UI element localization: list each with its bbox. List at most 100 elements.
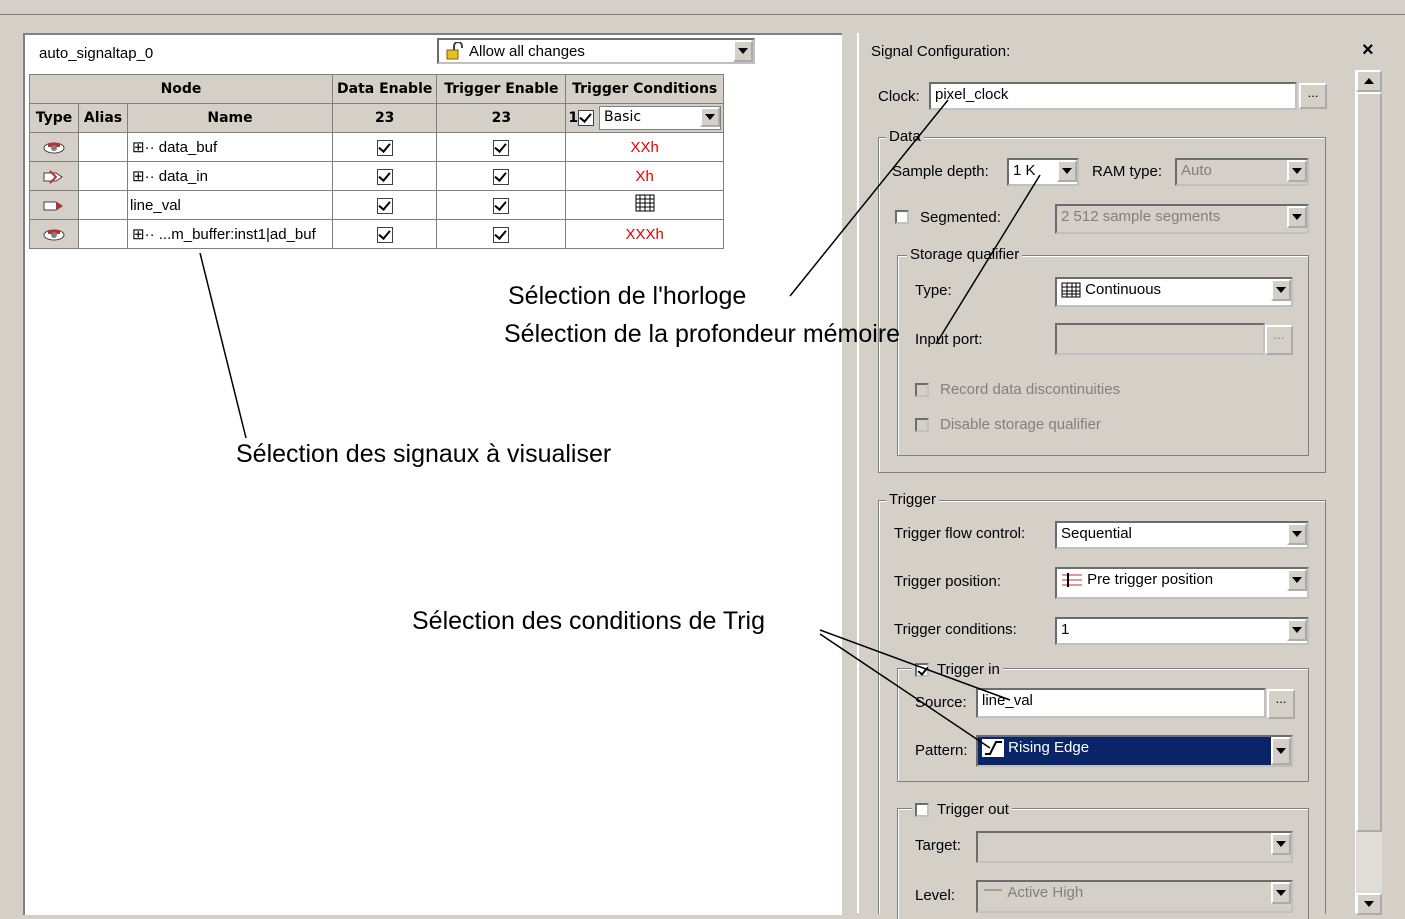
trigger-out-checkbox[interactable] (915, 803, 929, 817)
chevron-down-icon[interactable] (733, 40, 753, 62)
data-enable-cell[interactable] (331, 161, 438, 191)
annotation-depth: Sélection de la profondeur mémoire (504, 320, 901, 348)
node-name-cell[interactable]: ⊞·· data_in (127, 161, 333, 191)
close-icon[interactable]: × (1362, 39, 1374, 62)
sq-type-dropdown[interactable]: Continuous (1055, 277, 1293, 307)
level-label: Level: (915, 887, 956, 904)
chevron-down-icon[interactable] (1287, 569, 1307, 591)
level-dropdown: Active High (976, 880, 1293, 913)
bus-type-icon (29, 132, 79, 162)
data-enable-cell[interactable] (331, 190, 438, 220)
scroll-up-button[interactable] (1356, 70, 1382, 92)
disable-sq-label: Disable storage qualifier (940, 416, 1101, 433)
chevron-down-icon[interactable] (1287, 619, 1307, 641)
unlock-icon (446, 42, 463, 60)
conditions-label: Trigger conditions: (894, 621, 1017, 638)
trigger-in-checkbox[interactable] (915, 663, 929, 677)
col-type[interactable]: Type (29, 103, 79, 133)
col-name[interactable]: Name (127, 103, 333, 133)
position-label: Trigger position: (894, 573, 1001, 590)
position-dropdown[interactable]: Pre trigger position (1055, 567, 1309, 599)
trigger-condition-cell[interactable]: XXXh (565, 219, 724, 249)
source-browse-button[interactable]: ... (1267, 689, 1295, 719)
table-row[interactable]: ⊞·· data_buf XXh (29, 132, 724, 162)
flow-value: Sequential (1061, 525, 1132, 542)
conditions-dropdown[interactable]: 1 (1055, 617, 1309, 645)
trigger-enable-checkbox[interactable] (493, 226, 510, 243)
chevron-down-icon (1287, 206, 1307, 228)
condition-index: 1 (568, 110, 579, 126)
table-row[interactable]: line_val (29, 190, 724, 220)
clock-browse-button[interactable]: ... (1299, 83, 1327, 109)
chevron-down-icon[interactable] (1057, 160, 1077, 182)
pattern-dropdown[interactable]: Rising Edge (976, 735, 1293, 767)
table-row[interactable]: ⊞·· ...m_buffer:inst1|ad_buf XXXh (29, 219, 724, 249)
node-name: line_val (130, 196, 181, 214)
trigger-enable-checkbox[interactable] (493, 197, 510, 214)
data-enable-checkbox[interactable] (376, 139, 393, 156)
header-trigger-enable[interactable]: Trigger Enable (436, 74, 567, 104)
source-field[interactable]: line_val (976, 688, 1266, 718)
trigger-enable-checkbox[interactable] (493, 168, 510, 185)
trigger-enable-checkbox[interactable] (493, 139, 510, 156)
chevron-down-icon[interactable] (700, 107, 720, 127)
trigger-enable-cell[interactable] (436, 132, 567, 162)
trigger-enable-cell[interactable] (436, 219, 567, 249)
data-enable-cell[interactable] (331, 219, 438, 249)
segmented-checkbox[interactable] (895, 210, 909, 224)
clock-field[interactable]: pixel_clock (929, 82, 1297, 110)
condition-enable-checkbox[interactable] (578, 110, 595, 126)
alias-cell (78, 161, 128, 191)
chevron-down-icon[interactable] (1287, 523, 1307, 545)
window-frame-top (0, 0, 1405, 15)
expand-icon[interactable]: ⊞·· (132, 168, 155, 185)
position-value: Pre trigger position (1087, 571, 1214, 588)
data-enable-checkbox[interactable] (376, 197, 393, 214)
changes-value: Allow all changes (469, 43, 585, 60)
active-high-icon (984, 889, 1002, 892)
input-pin-icon (29, 161, 79, 191)
trigger-condition-cell[interactable]: XXh (565, 132, 724, 162)
sample-depth-label: Sample depth: (892, 163, 989, 180)
changes-dropdown[interactable]: Allow all changes (437, 38, 755, 64)
storage-qualifier-label: Storage qualifier (907, 246, 1023, 263)
node-list-pane: auto_signaltap_0 Allow all changes Node … (23, 33, 842, 915)
data-enable-checkbox[interactable] (376, 226, 393, 243)
scroll-down-button[interactable] (1356, 893, 1382, 915)
pattern-value: Rising Edge (1008, 739, 1090, 756)
flow-dropdown[interactable]: Sequential (1055, 521, 1309, 549)
chevron-down-icon[interactable] (1271, 279, 1291, 301)
table-row[interactable]: ⊞·· data_in Xh (29, 161, 724, 191)
trigger-enable-cell[interactable] (436, 161, 567, 191)
input-pin-icon (29, 190, 79, 220)
data-group-label: Data (886, 128, 924, 145)
expand-icon[interactable]: ⊞·· (132, 226, 155, 243)
col-alias[interactable]: Alias (78, 103, 128, 133)
header-data-enable[interactable]: Data Enable (331, 74, 438, 104)
chevron-down-icon[interactable] (1271, 737, 1291, 765)
data-enable-count: 23 (331, 103, 438, 133)
trigger-enable-count: 23 (436, 103, 567, 133)
trigger-condition-header: 1 Basic (565, 103, 724, 133)
node-name-cell[interactable]: ⊞·· ...m_buffer:inst1|ad_buf (127, 219, 333, 249)
data-enable-checkbox[interactable] (376, 168, 393, 185)
data-enable-cell[interactable] (331, 132, 438, 162)
trigger-enable-cell[interactable] (436, 190, 567, 220)
input-port-field (1055, 323, 1265, 355)
chevron-down-icon (1287, 160, 1307, 182)
chevron-down-icon (1271, 833, 1291, 855)
header-trigger-conditions[interactable]: Trigger Conditions (565, 74, 724, 104)
scroll-thumb[interactable] (1356, 92, 1382, 832)
condition-mode-dropdown[interactable]: Basic (599, 106, 721, 130)
rising-edge-icon (982, 739, 1004, 758)
sq-type-label: Type: (915, 282, 952, 299)
sample-depth-value: 1 K (1013, 162, 1036, 179)
vertical-scrollbar[interactable] (1355, 70, 1382, 915)
node-name-cell[interactable]: ⊞·· data_buf (127, 132, 333, 162)
disable-sq-checkbox (915, 418, 929, 432)
expand-icon[interactable]: ⊞·· (132, 139, 155, 156)
sample-depth-dropdown[interactable]: 1 K (1007, 158, 1079, 186)
trigger-condition-cell[interactable]: Xh (565, 161, 724, 191)
node-name-cell[interactable]: line_val (127, 190, 333, 220)
trigger-condition-cell[interactable] (565, 190, 724, 220)
